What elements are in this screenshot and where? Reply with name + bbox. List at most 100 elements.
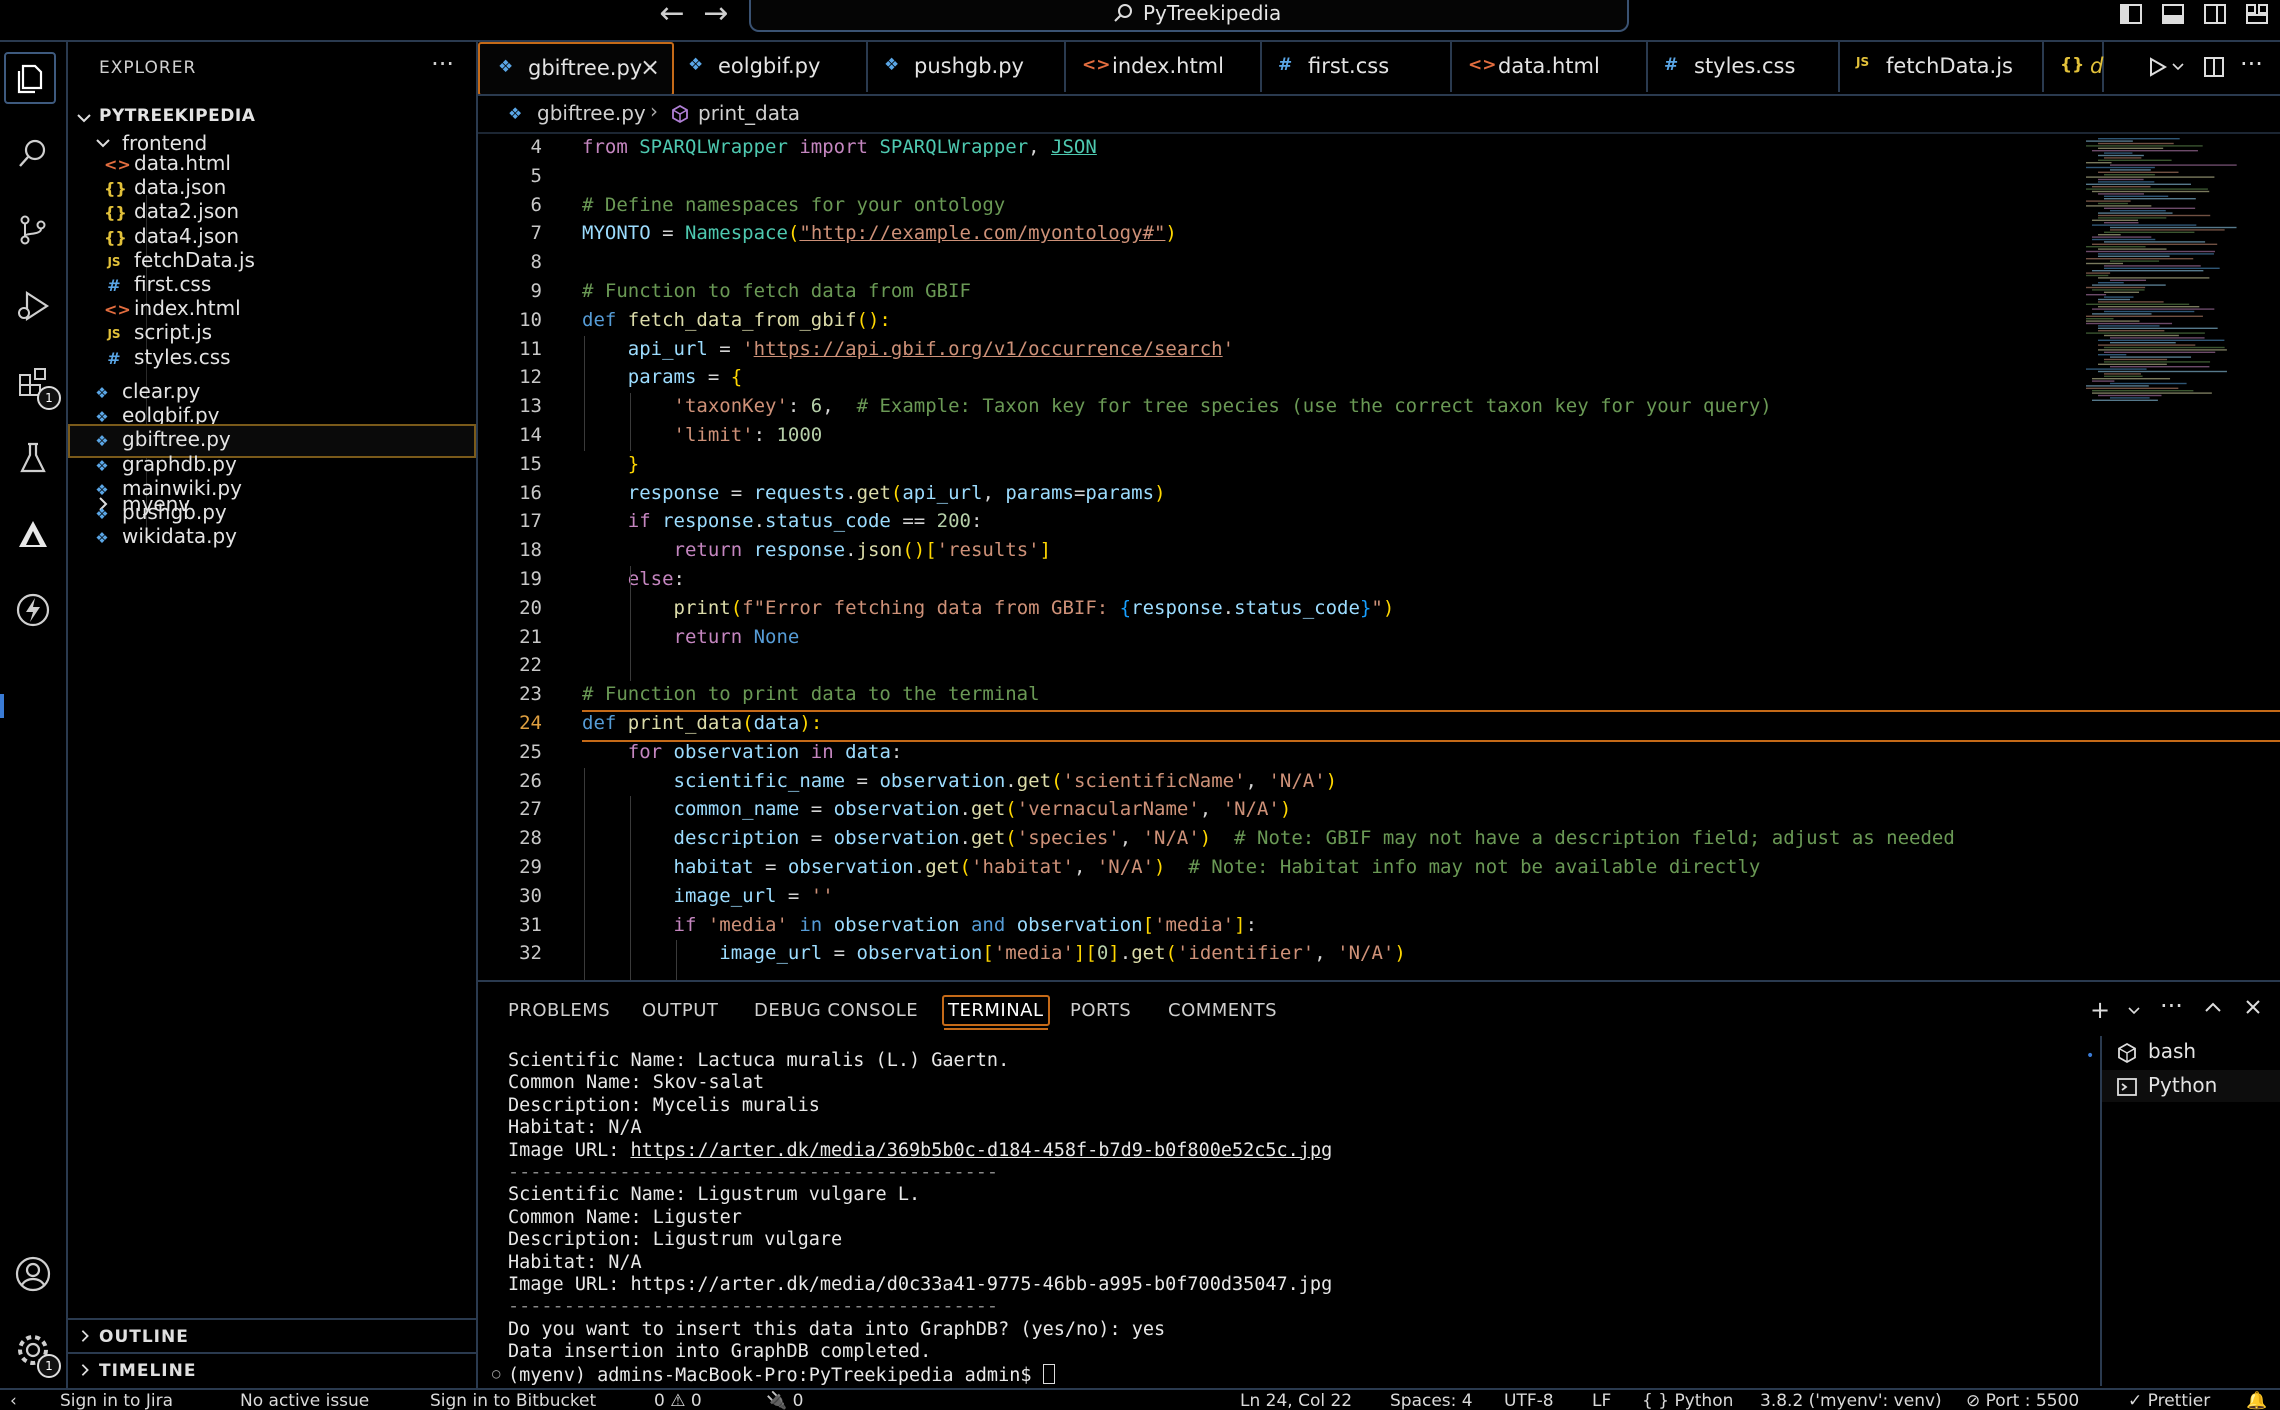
code-editor[interactable]: 4 from SPARQLWrapper import SPARQLWrapper… [478,134,2280,980]
chevron-left-icon[interactable]: ‹ [10,1391,17,1410]
notifications-bell-icon[interactable]: 🔔 [2246,1391,2267,1410]
extensions-icon[interactable]: 1 [9,358,61,410]
run-file-icon[interactable] [2146,56,2168,78]
forward-arrow-icon[interactable]: → [696,0,736,32]
explorer-more-icon[interactable]: ··· [431,50,454,78]
status-item[interactable]: Ln 24, Col 22 [1240,1391,1352,1410]
breadcrumb-symbol[interactable]: print_data [698,101,800,125]
timeline-section[interactable]: TIMELINE [68,1352,476,1388]
status-item[interactable]: ⊘ Port : 5500 [1966,1391,2079,1410]
source-control-icon[interactable] [9,206,57,254]
toggle-primary-sidebar-icon[interactable] [2118,2,2144,26]
code-token: ) [1382,596,1395,619]
testing-icon[interactable] [9,434,57,482]
minimap-line [2092,238,2156,241]
tab-pushgb-py[interactable]: ❖ pushgb.py [866,42,1066,92]
tab-fetchData-js[interactable]: JS fetchData.js [1838,42,2044,92]
back-arrow-icon[interactable]: ← [652,0,692,32]
code-token: : [890,740,903,763]
customize-layout-icon[interactable] [2244,2,2270,26]
status-item[interactable]: Spaces: 4 [1390,1391,1473,1410]
minimap-line [2110,260,2160,262]
new-terminal-icon[interactable]: + [2090,996,2110,1024]
close-panel-icon[interactable] [2244,998,2262,1016]
status-item[interactable]: UTF-8 [1504,1391,1554,1410]
code-token: ' [1222,337,1235,360]
status-item[interactable]: LF [1592,1391,1611,1410]
command-center-search[interactable]: PyTreekipedia [749,0,1629,32]
panel-tab-ports[interactable]: PORTS [1070,1000,1131,1021]
code-token: ] [1108,942,1120,965]
lightning-icon[interactable] [9,586,57,634]
file-item[interactable]: ❖ wikidata.py [68,521,476,555]
minimap-line [2086,258,2194,260]
status-item[interactable]: { } Python [1642,1391,1733,1410]
tab-data-html[interactable]: <> data.html [1450,42,1648,92]
status-item[interactable]: Sign in to Bitbucket [430,1391,596,1410]
python-file-icon: ❖ [508,104,523,123]
tab-d[interactable]: {} d [2042,42,2104,92]
outline-section[interactable]: OUTLINE [68,1318,476,1354]
status-item[interactable]: No active issue [240,1391,369,1410]
chevron-down-icon[interactable] [2172,62,2184,72]
panel-tab-output[interactable]: OUTPUT [642,1000,718,1021]
code-token: () [902,539,926,562]
search-icon[interactable] [9,130,57,178]
settings-gear-icon[interactable]: 1 [9,1326,61,1378]
code-token: = [776,884,811,907]
tab-first-css[interactable]: # first.css [1260,42,1452,92]
minimap-line [2098,282,2124,284]
panel-tab-comments[interactable]: COMMENTS [1168,1000,1277,1021]
chevron-down-icon[interactable] [2128,1006,2140,1016]
panel-tab-problems[interactable]: PROBLEMS [508,1000,610,1021]
code-token: ] [1039,539,1052,562]
maximize-panel-icon[interactable] [2204,1000,2222,1014]
line-text: image_url = observation['media'][0].get(… [582,942,1406,964]
status-item[interactable]: 3.8.2 ('myenv': venv) [1760,1391,1942,1410]
css-file-icon: # [107,348,121,368]
minimap-line [2092,236,2152,238]
terminal-item-bash[interactable]: bash [2102,1036,2280,1068]
code-token: params [1085,481,1155,504]
tab-label: d [2090,54,2104,78]
code-token: and [970,913,1017,936]
minimap-line [2092,399,2158,401]
status-item[interactable]: Sign in to Jira [60,1391,173,1410]
status-item[interactable]: ✓ Prettier [2128,1391,2210,1410]
code-token: observation [879,769,1006,792]
tab-eolgbif-py[interactable]: ❖ eolgbif.py [670,42,868,92]
file-item[interactable]: # styles.css [68,342,476,376]
toggle-secondary-sidebar-icon[interactable] [2202,2,2228,26]
panel-tab-terminal[interactable]: TERMINAL [942,995,1050,1030]
explorer-icon[interactable] [4,52,56,104]
deploy-icon[interactable] [9,510,57,558]
code-token: data [845,740,891,763]
close-tab-icon[interactable]: × [640,53,660,81]
minimap-line [2104,157,2142,159]
status-item[interactable]: 🔌 0 [766,1391,803,1410]
code-token: ) [1154,481,1166,504]
line-number: 8 [530,251,542,274]
line-number: 20 [519,596,542,619]
code-token: : [1245,913,1258,936]
minimap-line [2098,301,2164,303]
terminal-output[interactable]: Scientific Name: Lactuca muralis (L.) Ga… [492,1050,2068,1386]
terminal-link[interactable]: https://arter.dk/media/369b5b0c-d184-458… [631,1140,1333,1161]
line-text: habitat = observation.get('habitat', 'N/… [582,856,1761,878]
status-item[interactable]: 0 ⚠ 0 [654,1391,702,1410]
toggle-panel-icon[interactable] [2160,2,2186,26]
tab-gbiftree-py[interactable]: ❖ gbiftree.py × [478,42,674,94]
panel-more-icon[interactable]: ··· [2160,992,2183,1020]
tab-styles-css[interactable]: # styles.css [1646,42,1840,92]
more-actions-icon[interactable]: ··· [2240,50,2263,78]
accounts-icon[interactable] [9,1250,57,1298]
tab-index-html[interactable]: <> index.html [1064,42,1262,92]
minimap-line [2098,253,2214,255]
breadcrumb-file[interactable]: gbiftree.py [537,101,646,125]
run-debug-icon[interactable] [9,282,57,330]
split-editor-icon[interactable] [2202,55,2226,79]
line-text: if 'media' in observation and observatio… [582,913,1258,936]
panel-tab-debug-console[interactable]: DEBUG CONSOLE [754,1000,918,1021]
minimap[interactable] [2082,134,2280,980]
terminal-item-python[interactable]: Python [2102,1070,2280,1102]
